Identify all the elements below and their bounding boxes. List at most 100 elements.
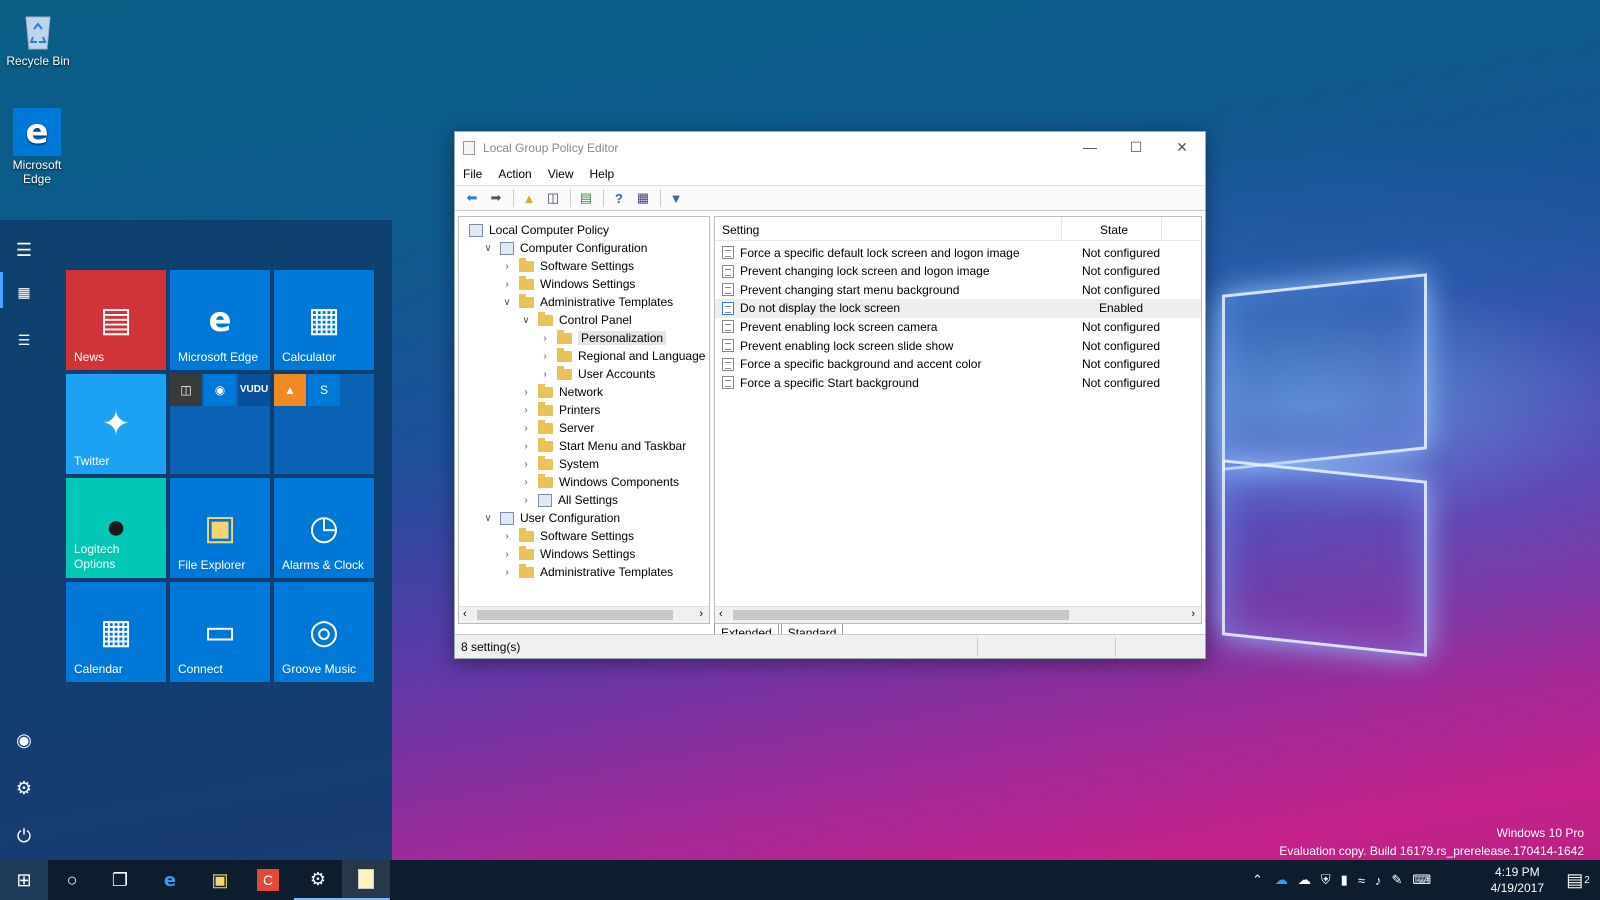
clock[interactable]: 4:19 PM 4/19/2017 xyxy=(1491,864,1544,896)
cloud-icon[interactable]: ☁ xyxy=(1298,872,1311,888)
policy-row[interactable]: Prevent changing lock screen and logon i… xyxy=(715,262,1201,281)
tree-node[interactable]: › User Accounts xyxy=(539,365,655,383)
vlc-icon[interactable]: ▲ xyxy=(274,374,306,406)
menu-action[interactable]: Action xyxy=(498,167,531,181)
tile-groove-music[interactable]: ◎ Groove Music xyxy=(274,582,374,682)
scroll-left-icon[interactable]: ‹ xyxy=(463,608,467,620)
chevron-right-icon[interactable]: › xyxy=(501,279,513,290)
chevron-right-icon[interactable]: › xyxy=(539,369,551,380)
taskbar-file-explorer-icon[interactable]: ▣ xyxy=(196,860,244,900)
policy-row[interactable]: Prevent enabling lock screen camera Not c… xyxy=(715,317,1201,336)
chevron-right-icon[interactable]: › xyxy=(520,459,532,470)
chevron-right-icon[interactable]: › xyxy=(520,477,532,488)
console-tree[interactable]: ‹ › Local Computer Policy ∨ Computer Confi… xyxy=(458,216,710,624)
desktop-icon-microsoft-edge[interactable]: e Microsoft Edge xyxy=(2,108,72,186)
menu-view[interactable]: View xyxy=(548,167,574,181)
tile-news[interactable]: ▤ News xyxy=(66,270,166,370)
wifi-icon[interactable]: ≈ xyxy=(1358,873,1365,888)
policy-row[interactable]: Force a specific default lock screen and… xyxy=(715,243,1201,262)
start-button[interactable]: ⊞ xyxy=(0,860,48,900)
cortana-search-icon[interactable]: ○ xyxy=(48,860,96,900)
tree-node[interactable]: › System xyxy=(520,455,599,473)
tree-node[interactable]: › Printers xyxy=(520,401,600,419)
tile-microsoft-edge[interactable]: e Microsoft Edge xyxy=(170,270,270,370)
tile-alarms-clock[interactable]: ◷ Alarms & Clock xyxy=(274,478,374,578)
tree-horizontal-scrollbar[interactable]: ‹ › xyxy=(459,606,709,623)
chevron-right-icon[interactable]: › xyxy=(501,261,513,272)
onedrive-icon[interactable]: ☁ xyxy=(1275,872,1288,888)
forward-arrow-icon[interactable]: ➡ xyxy=(485,188,507,208)
column-header-setting[interactable]: Setting xyxy=(722,223,759,237)
filter-icon[interactable]: ▼ xyxy=(665,188,687,208)
column-header-state[interactable]: State xyxy=(1100,223,1128,237)
power-icon[interactable]: ⏻ xyxy=(8,820,40,852)
scroll-right-icon[interactable]: › xyxy=(699,608,703,620)
tree-node[interactable]: › Software Settings xyxy=(501,257,634,275)
scroll-thumb[interactable] xyxy=(733,610,1069,620)
settings-gear-icon[interactable]: ⚙ xyxy=(8,772,40,804)
tree-node[interactable]: ∨ Administrative Templates xyxy=(501,293,673,311)
tile-logitech-options[interactable]: ● Logitech Options xyxy=(66,478,166,578)
tree-node[interactable]: › Network xyxy=(520,383,603,401)
keyboard-icon[interactable]: ⌨ xyxy=(1412,872,1431,888)
tree-node[interactable]: › Windows Settings xyxy=(501,545,635,563)
back-arrow-icon[interactable]: ⬅ xyxy=(461,188,483,208)
tree-node[interactable]: › Software Settings xyxy=(501,527,634,545)
user-avatar-icon[interactable]: ◉ xyxy=(8,724,40,756)
show-hidden-icons-icon[interactable]: ⌃ xyxy=(1252,872,1263,888)
tree-node[interactable]: ∨ Computer Configuration xyxy=(482,239,647,257)
taskbar-settings-icon[interactable]: ⚙ xyxy=(294,860,342,900)
minimize-button[interactable]: — xyxy=(1067,132,1113,162)
all-apps-icon[interactable]: ☰ xyxy=(8,324,40,356)
chevron-right-icon[interactable]: › xyxy=(520,387,532,398)
policy-row[interactable]: Force a specific background and accent c… xyxy=(715,355,1201,374)
policy-row[interactable]: Force a specific Start background Not con… xyxy=(715,373,1201,392)
tile-twitter[interactable]: ✦ Twitter xyxy=(66,374,166,474)
tree-node[interactable]: › Start Menu and Taskbar xyxy=(520,437,686,455)
export-list-icon[interactable]: ▤ xyxy=(575,188,597,208)
hamburger-icon[interactable]: ☰ xyxy=(8,234,40,266)
maximize-button[interactable]: ☐ xyxy=(1113,132,1159,162)
tree-node[interactable]: › Personalization xyxy=(539,329,667,347)
chevron-right-icon[interactable]: › xyxy=(501,549,513,560)
chevron-right-icon[interactable]: › xyxy=(520,441,532,452)
scroll-thumb[interactable] xyxy=(477,610,673,620)
up-folder-icon[interactable]: ▲ xyxy=(518,188,540,208)
chevron-down-icon[interactable]: ∨ xyxy=(501,297,513,308)
action-center-icon[interactable]: ▤ 2 xyxy=(1556,860,1600,900)
vudu-icon[interactable]: VUDU xyxy=(238,374,270,406)
chevron-right-icon[interactable]: › xyxy=(501,567,513,578)
policy-row[interactable]: Prevent changing start menu background No… xyxy=(715,280,1201,299)
tree-node[interactable]: › Server xyxy=(520,419,594,437)
taskbar-app-icon[interactable]: C xyxy=(244,860,292,900)
tree-node[interactable]: › Windows Components xyxy=(520,473,679,491)
tree-node[interactable]: ∨ User Configuration xyxy=(482,509,620,527)
tree-node[interactable]: › Windows Settings xyxy=(501,275,635,293)
tile-calendar[interactable]: ▦ Calendar xyxy=(66,582,166,682)
close-button[interactable]: ✕ xyxy=(1159,132,1205,162)
tree-node[interactable]: Local Computer Policy xyxy=(463,221,609,239)
chevron-down-icon[interactable]: ∨ xyxy=(482,243,494,254)
scroll-left-icon[interactable]: ‹ xyxy=(719,608,723,620)
menu-help[interactable]: Help xyxy=(590,167,615,181)
game-controller-icon[interactable]: ◫ xyxy=(170,374,202,406)
chevron-right-icon[interactable]: › xyxy=(539,351,551,362)
policy-row[interactable]: Prevent enabling lock screen slide show N… xyxy=(715,336,1201,355)
battery-icon[interactable]: ▮ xyxy=(1341,872,1348,888)
details-horizontal-scrollbar[interactable]: ‹ › xyxy=(715,606,1201,623)
tile-connect[interactable]: ▭ Connect xyxy=(170,582,270,682)
camera-icon[interactable]: ◉ xyxy=(204,374,236,406)
tree-node[interactable]: › Administrative Templates xyxy=(501,563,673,581)
chevron-right-icon[interactable]: › xyxy=(539,333,551,344)
chevron-down-icon[interactable]: ∨ xyxy=(482,513,494,524)
volume-icon[interactable]: ♪ xyxy=(1375,873,1382,888)
taskbar-group-policy-icon[interactable] xyxy=(342,860,390,900)
tiles-view-icon[interactable]: ▦ xyxy=(8,276,40,308)
security-shield-icon[interactable]: ⛨ xyxy=(1321,872,1331,888)
chevron-right-icon[interactable]: › xyxy=(520,495,532,506)
scroll-right-icon[interactable]: › xyxy=(1191,608,1195,620)
chevron-down-icon[interactable]: ∨ xyxy=(520,315,532,326)
tree-node[interactable]: › All Settings xyxy=(520,491,618,509)
tree-node[interactable]: ∨ Control Panel xyxy=(520,311,632,329)
show-hide-tree-icon[interactable]: ◫ xyxy=(542,188,564,208)
